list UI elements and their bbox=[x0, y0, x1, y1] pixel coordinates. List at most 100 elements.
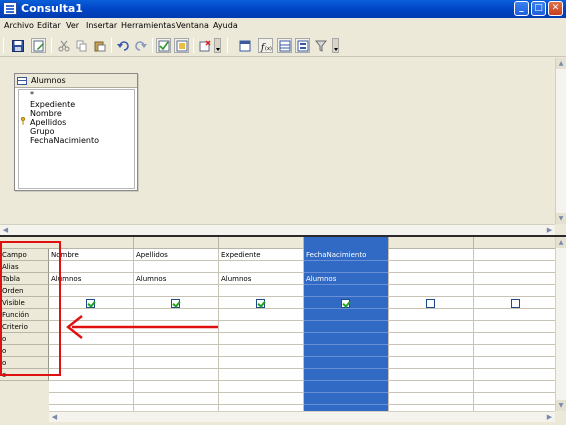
run-query-icon[interactable] bbox=[156, 38, 171, 53]
field-cell[interactable]: FechaNacimiento bbox=[304, 249, 388, 261]
redo-icon[interactable] bbox=[133, 38, 148, 53]
scroll-down-icon[interactable]: ▼ bbox=[556, 400, 566, 411]
maximize-button[interactable]: □ bbox=[531, 1, 546, 16]
table-field-list[interactable]: * Expediente Nombre Apellidos Grupo Fech… bbox=[18, 89, 135, 189]
grid-cell[interactable] bbox=[389, 393, 473, 405]
grid-cell[interactable] bbox=[389, 321, 473, 333]
add-table-icon[interactable] bbox=[197, 38, 212, 53]
field-cell[interactable] bbox=[389, 249, 473, 261]
visible-checkbox[interactable] bbox=[426, 299, 435, 308]
visible-checkbox[interactable] bbox=[171, 299, 180, 308]
save-icon[interactable] bbox=[10, 38, 25, 53]
table-cell[interactable]: Alumnos bbox=[219, 273, 303, 285]
alias-cell[interactable] bbox=[49, 261, 133, 273]
grid-cell[interactable] bbox=[304, 381, 388, 393]
grid-cell[interactable] bbox=[304, 393, 388, 405]
scroll-down-icon[interactable]: ▼ bbox=[556, 213, 566, 224]
grid-vertical-scrollbar[interactable]: ▲ ▼ bbox=[555, 237, 566, 411]
toolbar-overflow-dropdown[interactable] bbox=[332, 38, 339, 53]
grid-column[interactable]: FechaNacimiento Alumnos bbox=[304, 249, 389, 411]
visible-cell[interactable] bbox=[219, 297, 303, 309]
grid-cell[interactable] bbox=[304, 369, 388, 381]
paste-icon[interactable] bbox=[92, 38, 107, 53]
alias-cell[interactable] bbox=[474, 261, 555, 273]
grid-cell[interactable] bbox=[219, 381, 303, 393]
grid-cell[interactable] bbox=[474, 357, 555, 369]
grid-cell[interactable] bbox=[49, 357, 133, 369]
grid-cell[interactable] bbox=[134, 345, 218, 357]
grid-column-header[interactable] bbox=[219, 237, 304, 249]
table-cell[interactable]: Alumnos bbox=[49, 273, 133, 285]
menu-ventana[interactable]: Ventana bbox=[176, 21, 209, 30]
table-cell[interactable] bbox=[474, 273, 555, 285]
grid-cell[interactable] bbox=[474, 381, 555, 393]
grid-column-header[interactable] bbox=[49, 237, 134, 249]
field-item[interactable]: Nombre bbox=[30, 109, 62, 118]
table-cell[interactable] bbox=[389, 273, 473, 285]
visible-cell[interactable] bbox=[389, 297, 473, 309]
table-window-alumnos[interactable]: Alumnos * Expediente Nombre Apellidos Gr… bbox=[14, 73, 138, 191]
grid-cell[interactable] bbox=[49, 285, 133, 297]
grid-cell[interactable] bbox=[219, 369, 303, 381]
visible-cell[interactable] bbox=[304, 297, 388, 309]
grid-cell[interactable] bbox=[304, 333, 388, 345]
visible-checkbox[interactable] bbox=[511, 299, 520, 308]
field-cell[interactable]: Expediente bbox=[219, 249, 303, 261]
visible-checkbox[interactable] bbox=[341, 299, 350, 308]
grid-column-header[interactable] bbox=[134, 237, 219, 249]
grid-cell[interactable] bbox=[304, 321, 388, 333]
cut-icon[interactable] bbox=[56, 38, 71, 53]
distinct-values-icon[interactable] bbox=[295, 38, 310, 53]
grid-cell[interactable] bbox=[389, 285, 473, 297]
alias-icon[interactable] bbox=[277, 38, 292, 53]
grid-cell[interactable] bbox=[219, 333, 303, 345]
undo-icon[interactable] bbox=[115, 38, 130, 53]
scroll-right-icon[interactable]: ▶ bbox=[544, 225, 555, 235]
visible-cell[interactable] bbox=[134, 297, 218, 309]
grid-cell[interactable] bbox=[389, 369, 473, 381]
grid-cell[interactable] bbox=[389, 381, 473, 393]
field-cell[interactable]: Apellidos bbox=[134, 249, 218, 261]
close-button[interactable]: ✕ bbox=[548, 1, 563, 16]
grid-column-header[interactable] bbox=[389, 237, 474, 249]
visible-cell[interactable] bbox=[474, 297, 555, 309]
grid-cell[interactable] bbox=[134, 393, 218, 405]
grid-cell[interactable] bbox=[49, 345, 133, 357]
grid-cell[interactable] bbox=[134, 357, 218, 369]
field-cell[interactable]: Nombre bbox=[49, 249, 133, 261]
grid-cell[interactable] bbox=[389, 309, 473, 321]
grid-cell[interactable] bbox=[134, 285, 218, 297]
grid-cell[interactable] bbox=[219, 345, 303, 357]
field-item[interactable]: Grupo bbox=[30, 127, 55, 136]
scroll-up-icon[interactable]: ▲ bbox=[556, 237, 566, 248]
grid-cell[interactable] bbox=[474, 369, 555, 381]
grid-cell[interactable] bbox=[219, 309, 303, 321]
scroll-left-icon[interactable]: ◀ bbox=[0, 225, 11, 235]
visible-checkbox[interactable] bbox=[86, 299, 95, 308]
grid-cell[interactable] bbox=[474, 393, 555, 405]
grid-cell[interactable] bbox=[389, 345, 473, 357]
grid-column-header[interactable] bbox=[474, 237, 555, 249]
edit-mode-icon[interactable] bbox=[31, 38, 46, 53]
grid-column-header[interactable] bbox=[304, 237, 389, 249]
grid-cell[interactable] bbox=[389, 357, 473, 369]
alias-cell[interactable] bbox=[304, 261, 388, 273]
table-name-icon[interactable] bbox=[237, 38, 252, 53]
copy-icon[interactable] bbox=[74, 38, 89, 53]
grid-cell[interactable] bbox=[219, 285, 303, 297]
field-item[interactable]: * bbox=[30, 90, 34, 99]
grid-cell[interactable] bbox=[219, 321, 303, 333]
menu-insertar[interactable]: Insertar bbox=[86, 21, 117, 30]
table-cell[interactable]: Alumnos bbox=[304, 273, 388, 285]
grid-cell[interactable] bbox=[304, 285, 388, 297]
grid-cell[interactable] bbox=[49, 369, 133, 381]
visible-checkbox[interactable] bbox=[256, 299, 265, 308]
grid-cell[interactable] bbox=[304, 345, 388, 357]
add-table-dropdown[interactable] bbox=[214, 38, 221, 53]
field-item[interactable]: Apellidos bbox=[30, 118, 66, 127]
grid-cell[interactable] bbox=[304, 357, 388, 369]
scroll-up-icon[interactable]: ▲ bbox=[556, 58, 566, 69]
grid-cell[interactable] bbox=[49, 381, 133, 393]
grid-cell[interactable] bbox=[474, 345, 555, 357]
grid-cell[interactable] bbox=[474, 333, 555, 345]
